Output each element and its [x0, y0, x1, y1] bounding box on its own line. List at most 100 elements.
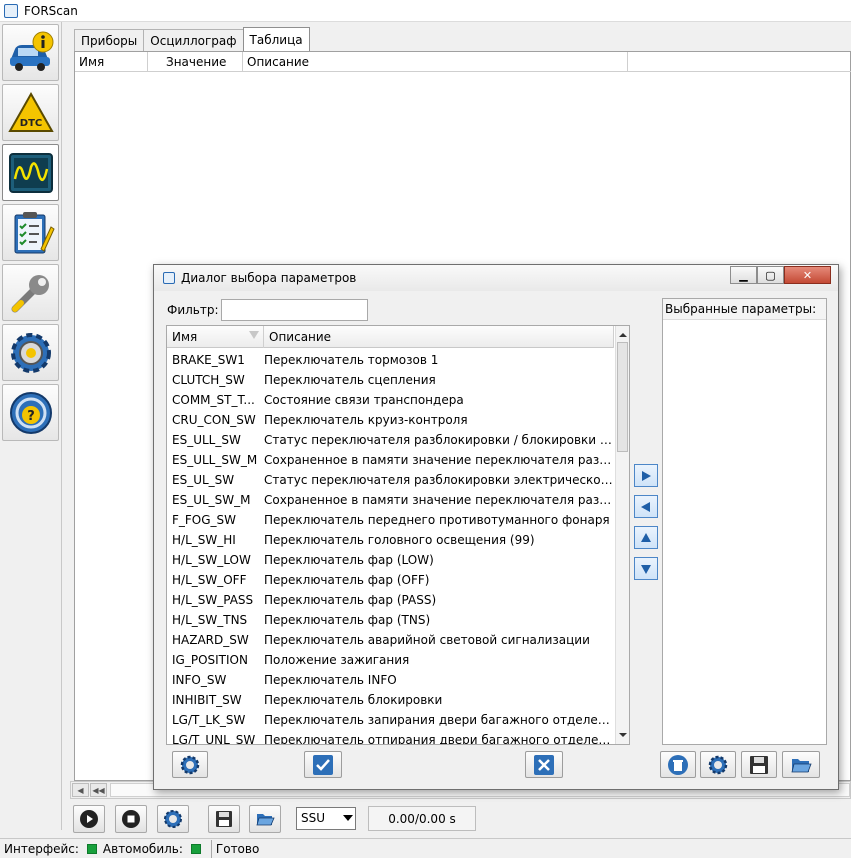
tab-oscilloscope[interactable]: Осциллограф	[143, 29, 244, 51]
scroll-up-icon[interactable]	[616, 328, 630, 342]
parameter-row[interactable]: LG/T_LK_SW Переключатель запирания двери …	[167, 710, 614, 730]
remove-parameter-button[interactable]	[634, 495, 658, 518]
module-select-value: SSU	[301, 811, 326, 825]
parameter-row[interactable]: CLUTCH_SW Переключатель сцепления	[167, 370, 614, 390]
column-header-name-label: Имя	[172, 330, 198, 344]
play-button[interactable]	[73, 805, 105, 833]
settings-button[interactable]	[157, 805, 189, 833]
stop-button[interactable]	[115, 805, 147, 833]
parameter-description: Переключатель аварийной световой сигнали…	[264, 633, 590, 647]
parameter-name: LG/T_LK_SW	[172, 713, 246, 727]
sidebar-item-vehicle-info[interactable]	[2, 24, 59, 81]
parameter-row[interactable]: HAZARD_SW Переключатель аварийной светово…	[167, 630, 614, 650]
open-button[interactable]	[249, 805, 281, 833]
sidebar-item-settings[interactable]	[2, 324, 59, 381]
parameter-row[interactable]: INHIBIT_SW Переключатель блокировки	[167, 690, 614, 710]
interface-label: Интерфейс:	[4, 841, 79, 856]
add-parameter-button[interactable]	[634, 464, 658, 487]
parameter-name: CRU_CON_SW	[172, 413, 256, 427]
parameter-description: Статус переключателя разблокировки элект…	[264, 473, 614, 487]
parameter-name: HAZARD_SW	[172, 633, 249, 647]
parameter-name: H/L_SW_HI	[172, 533, 236, 547]
ok-button[interactable]	[304, 751, 342, 778]
minimize-button[interactable]: ▁	[730, 266, 757, 284]
parameter-selection-dialog: Диалог выбора параметров ▁ ▢ ✕ Фильтр: И…	[153, 264, 839, 790]
parameter-row[interactable]: LG/T_UNL_SW Переключатель отпирания двери…	[167, 730, 614, 744]
close-icon: ✕	[802, 268, 813, 282]
selected-settings-button[interactable]	[700, 751, 736, 778]
parameter-name: ES_UL_SW	[172, 473, 235, 487]
move-down-button[interactable]	[634, 557, 658, 580]
module-select[interactable]: SSU	[296, 807, 356, 830]
parameter-row[interactable]: IG_POSITION Положение зажигания	[167, 650, 614, 670]
parameter-row[interactable]: F_FOG_SW Переключатель переднего противот…	[167, 510, 614, 530]
parameter-row[interactable]: H/L_SW_LOW Переключатель фар (LOW)	[167, 550, 614, 570]
column-header-description[interactable]: Описание	[264, 326, 614, 348]
parameter-row[interactable]: CRU_CON_SW Переключатель круиз-контроля	[167, 410, 614, 430]
save-button[interactable]	[208, 805, 240, 833]
column-header-value[interactable]: Значение	[148, 52, 243, 72]
status-bar: Интерфейс: Автомобиль: Готово	[0, 838, 851, 858]
arrow-up-icon	[641, 532, 651, 542]
save-selection-button[interactable]	[741, 751, 777, 778]
scroll-rewind-icon[interactable]: ◀◀	[90, 783, 107, 797]
arrow-right-icon	[642, 470, 651, 481]
column-header-description[interactable]: Описание	[243, 52, 628, 72]
parameter-name: ES_ULL_SW_M	[172, 453, 258, 467]
parameter-row[interactable]: COMM_ST_T... Состояние связи транспондера	[167, 390, 614, 410]
parameter-description: Переключатель фар (LOW)	[264, 553, 434, 567]
parameter-description: Переключатель INFO	[264, 673, 397, 687]
parameter-row[interactable]: H/L_SW_OFF Переключатель фар (OFF)	[167, 570, 614, 590]
scroll-down-icon[interactable]	[616, 728, 630, 742]
parameter-row[interactable]: ES_UL_SW_M Сохраненное в памяти значение …	[167, 490, 614, 510]
parameter-row[interactable]: INFO_SW Переключатель INFO	[167, 670, 614, 690]
cancel-button[interactable]	[525, 751, 563, 778]
parameter-description: Переключатель фар (OFF)	[264, 573, 430, 587]
parameter-description: Положение зажигания	[264, 653, 410, 667]
close-button[interactable]: ✕	[784, 266, 831, 284]
vertical-scrollbar[interactable]	[615, 326, 629, 744]
maximize-button[interactable]: ▢	[757, 266, 784, 284]
app-title: FORScan	[24, 3, 78, 18]
parameter-row[interactable]: H/L_SW_PASS Переключатель фар (PASS)	[167, 590, 614, 610]
filter-label: Фильтр:	[167, 303, 219, 317]
tab-gauges[interactable]: Приборы	[74, 29, 145, 51]
move-up-button[interactable]	[634, 526, 658, 549]
tab-table[interactable]: Таблица	[242, 27, 310, 51]
time-readout: 0.00/0.00 s	[368, 806, 476, 831]
filter-row: Фильтр:	[167, 299, 630, 321]
gear-icon	[708, 755, 728, 774]
clear-selection-button[interactable]	[660, 751, 696, 778]
parameter-row[interactable]: H/L_SW_TNS Переключатель фар (TNS)	[167, 610, 614, 630]
sidebar-item-dtc[interactable]: DTC	[2, 84, 59, 141]
parameter-row[interactable]: ES_ULL_SW Статус переключателя разблокиро…	[167, 430, 614, 450]
parameter-row[interactable]: BRAKE_SW1 Переключатель тормозов 1	[167, 350, 614, 370]
load-selection-button[interactable]	[782, 751, 820, 778]
checklist-icon	[14, 211, 55, 253]
parameter-row[interactable]: ES_UL_SW Статус переключателя разблокиров…	[167, 470, 614, 490]
dtc-warning-icon: DTC	[7, 91, 54, 132]
column-header-name[interactable]: Имя	[75, 52, 148, 72]
dialog-app-icon	[163, 272, 175, 284]
parameter-description: Переключатель головного освещения (99)	[264, 533, 535, 547]
play-icon	[80, 810, 98, 828]
sidebar-item-help[interactable]: ?	[2, 384, 59, 441]
parameter-row[interactable]: ES_ULL_SW_M Сохраненное в памяти значение…	[167, 450, 614, 470]
parameter-name: CLUTCH_SW	[172, 373, 245, 387]
sidebar-item-tests[interactable]	[2, 204, 59, 261]
filter-input[interactable]	[220, 299, 368, 321]
parameter-name: H/L_SW_TNS	[172, 613, 248, 627]
column-header-name[interactable]: Имя	[167, 326, 264, 348]
scroll-left-icon[interactable]: ◀	[72, 783, 89, 797]
parameter-name: F_FOG_SW	[172, 513, 237, 527]
cancel-x-icon	[534, 754, 554, 775]
sidebar-item-service[interactable]	[2, 264, 59, 321]
parameter-row[interactable]: H/L_SW_HI Переключатель головного освещен…	[167, 530, 614, 550]
scroll-thumb[interactable]	[617, 342, 628, 452]
car-info-icon	[9, 31, 53, 71]
gear-icon	[180, 755, 200, 774]
dialog-settings-button[interactable]	[172, 751, 208, 778]
sidebar-item-oscilloscope[interactable]	[2, 144, 59, 201]
chevron-down-icon	[343, 815, 353, 821]
parameter-name: H/L_SW_PASS	[172, 593, 254, 607]
